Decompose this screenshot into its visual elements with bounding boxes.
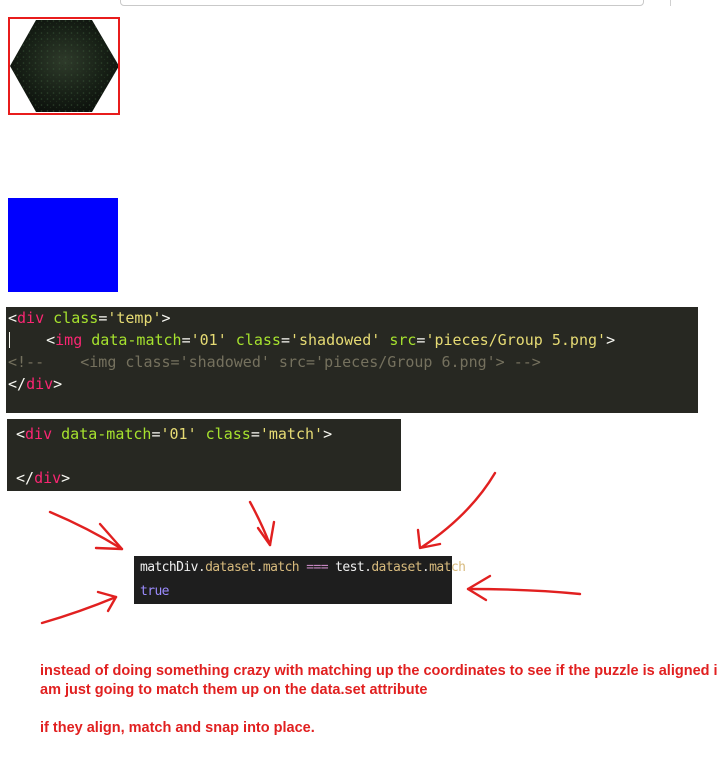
- arrow-icon: [416, 471, 497, 550]
- arrow-icon: [248, 500, 276, 547]
- arrow-icon: [48, 510, 124, 551]
- arrow-icon: [466, 574, 582, 602]
- annotation-paragraph: instead of doing something crazy with ma…: [40, 663, 718, 698]
- arrow-icon: [40, 590, 118, 625]
- annotation-arrows: [40, 471, 582, 625]
- annotation-paragraph: if they align, match and snap into place…: [40, 720, 315, 736]
